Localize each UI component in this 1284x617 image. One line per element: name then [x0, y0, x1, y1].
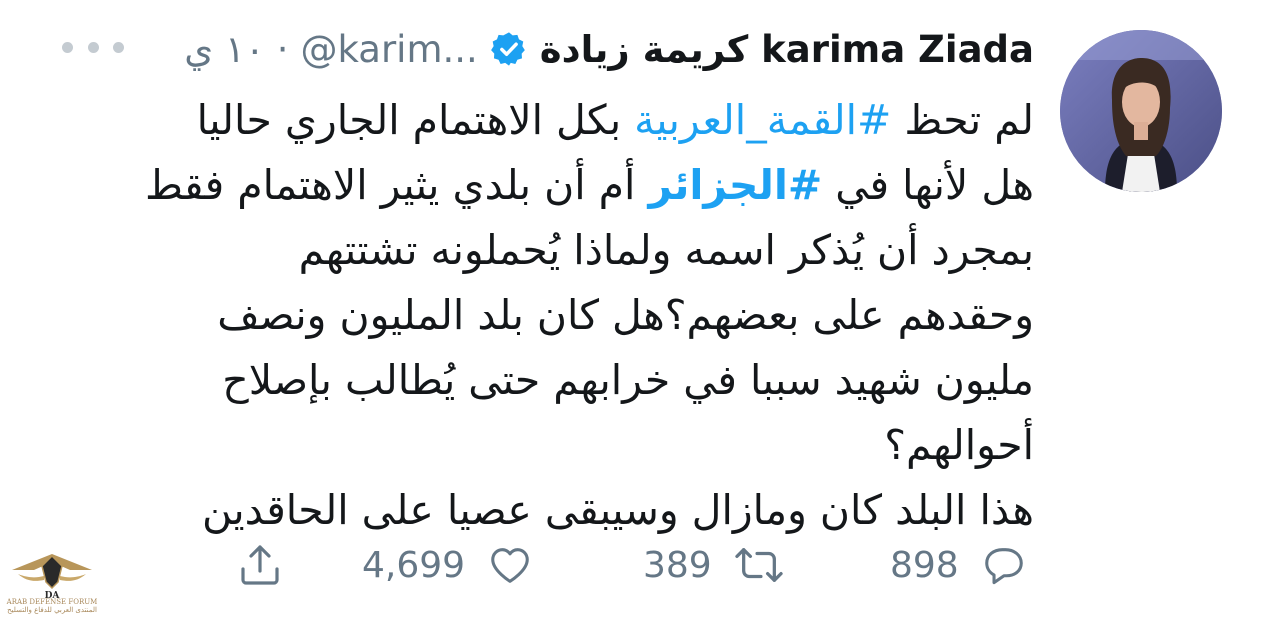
- tweet-text-segment: بكل الاهتمام الجاري حاليا: [196, 96, 635, 144]
- tweet-line: وحقدهم على بعضهم؟هل كان بلد المليون ونصف: [217, 291, 1034, 339]
- tweet-actions: 898 389 4,699: [0, 535, 1284, 595]
- share-icon: [241, 545, 279, 585]
- retweet-count: 389: [643, 544, 712, 586]
- hashtag-arab-summit[interactable]: #القمة_العربية: [634, 96, 891, 144]
- like-icon: [491, 548, 529, 583]
- more-icon[interactable]: [62, 32, 124, 62]
- tweet-line: لم تحظ #القمة_العربية بكل الاهتمام الجار…: [124, 88, 1034, 153]
- watermark-text: ARAB DEFENSE FORUM المنتدى العربي للدفاع …: [6, 598, 98, 614]
- reply-count: 898: [890, 544, 959, 586]
- display-name[interactable]: كريمة زيادة karima Ziada: [540, 28, 1034, 71]
- tweet-time[interactable]: ١٠ ي: [184, 28, 264, 71]
- tweet-line: مليون شهيد سببا في خرابهم حتى يُطالب بإص…: [222, 356, 1034, 404]
- separator-dot: ·: [276, 27, 289, 71]
- forum-logo-icon: DA: [12, 554, 92, 601]
- retweet-button[interactable]: 389: [643, 535, 784, 595]
- reply-button[interactable]: 898: [890, 535, 1027, 595]
- tweet-line: هل لأنها في #الجزائر أم أن بلدي يثير الا…: [124, 153, 1034, 218]
- like-button[interactable]: 4,699: [362, 535, 533, 595]
- like-count: 4,699: [362, 544, 466, 586]
- retweet-icon: [735, 548, 783, 582]
- tweet-line: أحوالهم؟: [884, 421, 1034, 469]
- tweet-line: هذا البلد كان ومازال وسيبقى عصيا على الح…: [202, 486, 1034, 534]
- user-handle[interactable]: @karim...: [301, 28, 478, 71]
- watermark-logo: DA ARAB DEFENSE FORUM المنتدى العربي للدف…: [4, 548, 100, 616]
- tweet-header: كريمة زيادة karima Ziada @karim... · ١٠ …: [184, 18, 1034, 80]
- share-button[interactable]: [236, 535, 284, 595]
- tweet-line: بمجرد أن يُذكر اسمه ولماذا يُحملونه تشتت…: [298, 226, 1034, 274]
- avatar[interactable]: [1060, 30, 1222, 192]
- reply-icon: [984, 548, 1023, 585]
- tweet-text-segment: لم تحظ: [891, 96, 1034, 144]
- tweet-text-segment: هل لأنها في: [822, 161, 1034, 209]
- avatar-image: [1060, 30, 1222, 192]
- verified-badge-icon: [490, 32, 525, 66]
- tweet-text: لم تحظ #القمة_العربية بكل الاهتمام الجار…: [124, 88, 1034, 543]
- hashtag-algeria[interactable]: #الجزائر: [648, 161, 822, 209]
- tweet-text-segment: أم أن بلدي يثير الاهتمام فقط: [145, 161, 649, 209]
